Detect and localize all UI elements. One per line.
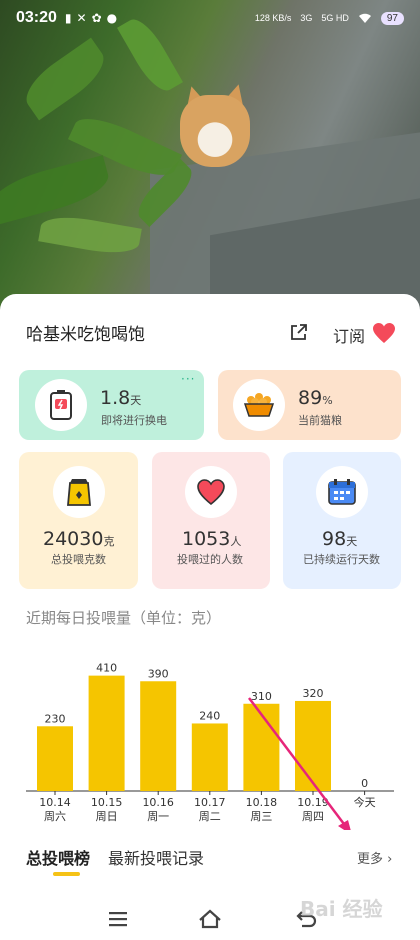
notification-icon: ✕ [76, 11, 87, 25]
food-bowl-icon [243, 393, 275, 417]
tab-latest-records[interactable]: 最新投喂记录 [108, 845, 204, 869]
chart-data-label: 390 [148, 667, 169, 680]
chart-data-label: 320 [303, 687, 324, 700]
chart-date-label: 10.18 [246, 796, 278, 809]
chart-weekday-label: 周四 [302, 810, 324, 823]
heart-icon[interactable] [372, 322, 396, 344]
chart-date-label: 10.17 [194, 796, 226, 809]
chart-weekday-label: 周日 [96, 810, 118, 823]
battery-device-icon [50, 390, 72, 420]
more-dots-icon[interactable]: ··· [181, 372, 195, 386]
battery-icon-circle [35, 379, 87, 431]
runtime-unit: 天 [346, 535, 358, 548]
notification-icon: ✿ [91, 11, 102, 25]
home-icon[interactable] [198, 908, 222, 930]
photo-leaf [0, 155, 114, 225]
chart-bar [37, 726, 73, 791]
chart-weekday-label: 周二 [199, 810, 221, 823]
net-speed: 128 KB/s [254, 13, 292, 23]
food-level-label: 当前猫粮 [298, 414, 342, 427]
share-icon[interactable] [289, 322, 309, 342]
notification-icon: ▮ [64, 11, 72, 25]
cat-photo [0, 0, 420, 320]
feeders-icon-circle [185, 466, 237, 518]
runtime-number: 98 [322, 528, 347, 550]
total-feed-value: 24030克 [43, 528, 114, 550]
chart-date-label: 10.15 [91, 796, 123, 809]
food-icon-circle [233, 379, 285, 431]
food-level-unit: % [322, 394, 333, 407]
daily-feed-chart: 230 10.14周六 410 10.15周日 390 10.16周一 240 10.17周二… [26, 662, 394, 830]
runtime-label: 已持续运行天数 [303, 553, 380, 566]
total-feed-number: 24030 [43, 528, 104, 550]
chevron-right-icon: › [387, 852, 393, 867]
photo-leaf [17, 37, 113, 121]
status-time: 03:20 [16, 9, 57, 26]
more-link[interactable]: 更多 › [357, 848, 392, 867]
chart-section-title: 近期每日投喂量（单位：克） [26, 609, 222, 627]
food-bag-icon [67, 479, 91, 506]
calendar-icon [328, 479, 356, 505]
total-feed-unit: 克 [103, 535, 115, 548]
battery-days-number: 1.8 [100, 387, 131, 409]
battery-days-unit: 天 [130, 394, 142, 407]
heart-badge-icon [197, 479, 225, 506]
chart-data-label: 240 [199, 709, 220, 722]
chart-weekday-label: 今天 [354, 795, 376, 809]
chart-bar [88, 675, 125, 791]
chart-bar [295, 700, 331, 791]
device-title: 哈基米吃饱喝饱 [26, 325, 145, 345]
food-level-number: 89 [298, 387, 323, 409]
chart-data-label: 410 [96, 662, 117, 675]
chart-weekday-label: 周六 [44, 810, 66, 823]
cat-face [180, 95, 250, 167]
signal-5g: 5G HD [321, 13, 349, 23]
feeders-unit: 人 [230, 535, 242, 548]
wifi-icon [358, 13, 371, 23]
runtime-value: 98天 [322, 528, 357, 550]
chart-weekday-label: 周一 [147, 810, 169, 823]
signal-3g: 3G [300, 13, 313, 23]
notification-icon: ● [106, 11, 118, 25]
status-bar: 03:20 ▮ ✕ ✿ ● 128 KB/s 3G 5G HD 97 [0, 0, 420, 36]
chart-data-label: 230 [45, 712, 66, 725]
total-feed-label: 总投喂克数 [51, 553, 106, 566]
battery-icon: 97 [380, 11, 404, 25]
feeders-value: 1053人 [182, 528, 241, 550]
chart-date-label: 10.16 [142, 796, 174, 809]
photo-leaf [38, 211, 142, 259]
chart-bar [243, 703, 280, 791]
chart-data-label: 0 [361, 777, 368, 790]
status-notification-icons: ▮ ✕ ✿ ● [65, 11, 117, 25]
battery-days-value: 1.8天 [100, 387, 141, 409]
subscribe-button[interactable]: 订阅 [333, 323, 365, 347]
watermark-logo: Bai 经验 [300, 897, 383, 921]
status-right: 128 KB/s 3G 5G HD 97 [254, 11, 404, 25]
tab-total-ranking[interactable]: 总投喂榜 [26, 845, 90, 869]
food-level-value: 89% [298, 387, 333, 409]
chart-date-label: 10.14 [39, 796, 71, 809]
feeders-label: 投喂过的人数 [177, 553, 243, 566]
menu-icon[interactable] [106, 908, 130, 930]
runtime-icon-circle [316, 466, 368, 518]
tab-active-indicator [53, 872, 80, 876]
chart-bar [140, 681, 177, 791]
more-label: 更多 [357, 852, 384, 867]
chart-data-label: 310 [251, 690, 272, 703]
feeders-number: 1053 [182, 528, 231, 550]
annotation-arrowhead [338, 820, 351, 830]
battery-days-label: 即将进行换电 [101, 414, 167, 427]
chart-weekday-label: 周三 [250, 810, 272, 823]
chart-bar [191, 723, 228, 791]
feed-icon-circle [53, 466, 105, 518]
